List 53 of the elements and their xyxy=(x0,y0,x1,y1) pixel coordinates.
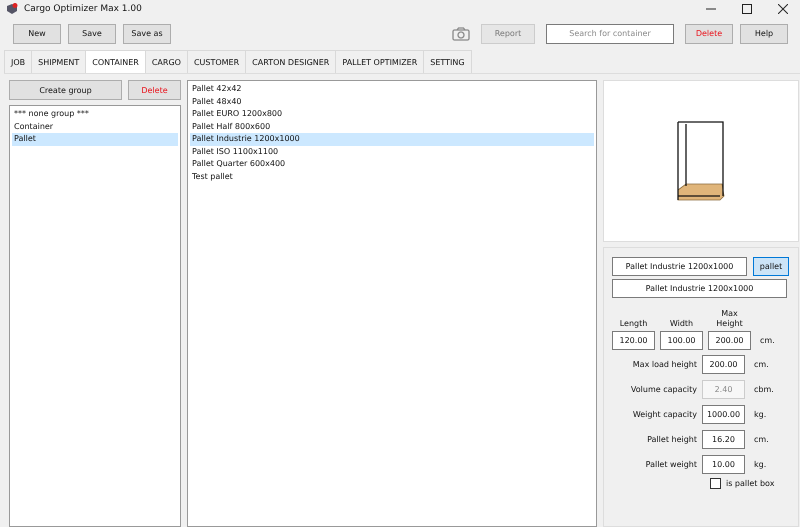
value-field[interactable]: 200.00 xyxy=(702,354,745,374)
dimension-field[interactable]: 200.00 xyxy=(708,331,751,350)
pallet-list-item[interactable]: Pallet Industrie 1200x1000 xyxy=(190,133,594,146)
delete-button[interactable]: Delete xyxy=(128,80,181,100)
app-logo-icon xyxy=(6,3,18,15)
description-field[interactable]: Pallet Industrie 1200x1000 xyxy=(612,279,787,298)
checkbox-label: is pallet box xyxy=(726,479,774,488)
unit-label: cm. xyxy=(753,360,770,368)
toolbar-button[interactable]: Save xyxy=(68,24,116,44)
value-field[interactable]: 16.20 xyxy=(702,430,745,448)
unit-label: cm. xyxy=(753,434,770,444)
pallet-box-checkbox[interactable] xyxy=(710,478,721,489)
dimension-label: Length xyxy=(618,319,648,329)
pallet-list-item[interactable]: Pallet 48x40 xyxy=(190,96,594,108)
pallet-list-item[interactable]: Pallet Quarter 600x400 xyxy=(190,158,594,170)
unit-label: cm. xyxy=(759,335,776,347)
close-icon[interactable] xyxy=(778,4,788,14)
tab[interactable]: CONTAINER xyxy=(85,50,146,73)
dimension-field[interactable]: 120.00 xyxy=(612,331,655,350)
maximize-icon[interactable] xyxy=(742,4,752,14)
group-item[interactable]: *** none group *** xyxy=(12,108,178,120)
unit-label: kg. xyxy=(753,410,768,418)
toolbar-button[interactable]: New xyxy=(13,24,61,44)
dimension-label: Width xyxy=(668,319,694,329)
group-item[interactable]: Container xyxy=(12,120,178,133)
name-field[interactable]: Pallet Industrie 1200x1000 xyxy=(612,257,747,276)
create-group-button[interactable]: Create group xyxy=(9,80,122,100)
toolbar-button[interactable]: Delete xyxy=(685,24,733,44)
field-label: Max load height xyxy=(632,360,697,368)
window-title: Cargo Optimizer Max 1.00 xyxy=(24,4,142,14)
tab[interactable]: JOB xyxy=(4,50,32,73)
pallet-list-item[interactable]: Pallet EURO 1200x800 xyxy=(190,108,594,120)
pallet-list-item[interactable]: Pallet ISO 1100x1100 xyxy=(190,146,594,158)
type-button[interactable]: pallet xyxy=(753,257,789,276)
pallet-list-item[interactable]: Test pallet xyxy=(190,170,594,183)
toolbar-button[interactable]: Save as xyxy=(123,24,171,44)
unit-label: cbm. xyxy=(753,384,775,394)
pallet-list-item[interactable]: Pallet Half 800x600 xyxy=(190,120,594,133)
pallet-list-item[interactable]: Pallet 42x42 xyxy=(190,83,594,96)
toolbar-button[interactable]: Help xyxy=(740,24,788,44)
value-field[interactable]: 10.00 xyxy=(702,454,745,474)
field-label: Pallet height xyxy=(647,434,697,444)
dimension-field[interactable]: 100.00 xyxy=(660,331,703,350)
camera-icon[interactable] xyxy=(452,26,470,40)
tab[interactable]: SETTING xyxy=(423,50,472,73)
unit-label: kg. xyxy=(753,460,768,468)
field-label: Pallet weight xyxy=(646,460,697,468)
value-field[interactable]: 1000.00 xyxy=(702,404,745,424)
group-item[interactable]: Pallet xyxy=(12,133,178,146)
field-label: Weight capacity xyxy=(632,410,697,418)
dimension-label: Max Height xyxy=(715,309,744,329)
search-field[interactable]: Search for container xyxy=(546,24,674,44)
field-label: Volume capacity xyxy=(630,384,697,394)
